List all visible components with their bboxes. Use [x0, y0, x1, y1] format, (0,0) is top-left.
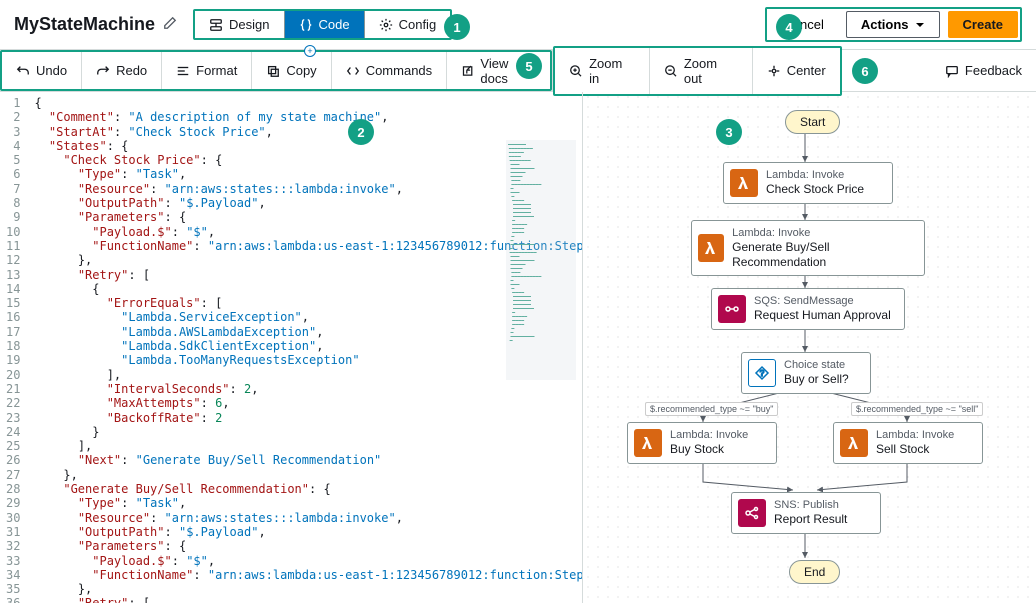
center-label: Center: [787, 63, 826, 78]
tab-code[interactable]: Code: [285, 11, 365, 38]
code-editor[interactable]: 1234567891011121314151617181920212223242…: [0, 92, 583, 603]
start-node[interactable]: Start: [785, 110, 840, 134]
right-actions: Cancel Actions Create: [765, 7, 1022, 42]
feedback-label: Feedback: [965, 63, 1022, 78]
node-report-result[interactable]: SNS: PublishReport Result: [731, 492, 881, 534]
callout-3: 3: [716, 119, 742, 145]
zoomout-button[interactable]: Zoom out: [650, 48, 753, 94]
actions-button[interactable]: Actions: [846, 11, 940, 38]
format-label: Format: [196, 63, 237, 78]
end-node[interactable]: End: [789, 560, 840, 584]
lambda-icon: [634, 429, 662, 457]
callout-2: 2: [348, 119, 374, 145]
zoomin-button[interactable]: Zoom in: [555, 48, 650, 94]
zoomout-label: Zoom out: [684, 56, 738, 86]
node-buy-stock[interactable]: Lambda: InvokeBuy Stock: [627, 422, 777, 464]
zoomin-label: Zoom in: [589, 56, 635, 86]
copy-button[interactable]: Copy: [252, 52, 331, 89]
graph-canvas[interactable]: Start Lambda: InvokeCheck Stock Price La…: [583, 92, 1036, 603]
edit-icon[interactable]: [163, 16, 177, 33]
node-check-stock[interactable]: Lambda: InvokeCheck Stock Price: [723, 162, 893, 204]
node-request-approval[interactable]: SQS: SendMessageRequest Human Approval: [711, 288, 905, 330]
code-toolbar: Undo Redo Format Copy Commands View docs: [0, 50, 552, 91]
lambda-icon: [840, 429, 868, 457]
center-button[interactable]: Center: [753, 48, 840, 94]
choice-icon: ?: [748, 359, 776, 387]
sqs-icon: [718, 295, 746, 323]
tab-design[interactable]: Design: [195, 11, 284, 38]
tab-design-label: Design: [229, 17, 269, 32]
sns-icon: [738, 499, 766, 527]
edge-sell-label: $.recommended_type ~= "sell": [851, 402, 983, 416]
mode-tabs: Design Code Config: [193, 9, 452, 40]
redo-button[interactable]: Redo: [82, 52, 162, 89]
node-generate-rec[interactable]: Lambda: InvokeGenerate Buy/Sell Recommen…: [691, 220, 925, 276]
tab-code-label: Code: [319, 17, 350, 32]
callout-4: 4: [776, 14, 802, 40]
copy-label: Copy: [286, 63, 316, 78]
add-panel-icon[interactable]: +: [304, 45, 316, 57]
svg-text:?: ?: [760, 369, 765, 378]
tab-config-label: Config: [399, 17, 437, 32]
graph-toolbar: Zoom in Zoom out Center: [553, 46, 841, 96]
actions-label: Actions: [861, 17, 909, 32]
caret-down-icon: [915, 20, 925, 30]
node-sell-stock[interactable]: Lambda: InvokeSell Stock: [833, 422, 983, 464]
edge-buy-label: $.recommended_type ~= "buy": [645, 402, 778, 416]
callout-6: 6: [852, 58, 878, 84]
page-title: MyStateMachine: [14, 14, 155, 35]
feedback-button[interactable]: Feedback: [931, 55, 1036, 86]
callout-1: 1: [444, 14, 470, 40]
create-button[interactable]: Create: [948, 11, 1018, 38]
lambda-icon: [730, 169, 758, 197]
undo-button[interactable]: Undo: [2, 52, 82, 89]
undo-label: Undo: [36, 63, 67, 78]
node-choice[interactable]: ? Choice stateBuy or Sell?: [741, 352, 871, 394]
commands-label: Commands: [366, 63, 432, 78]
minimap[interactable]: ▬▬▬▬▬▬ ▬▬▬▬▬▬▬▬ ▬▬▬▬▬ ▬▬▬▬ ▬▬▬▬▬▬▬ ▬▬▬ ▬…: [506, 140, 576, 380]
lambda-icon: [698, 234, 724, 262]
commands-button[interactable]: Commands: [332, 52, 447, 89]
tab-config[interactable]: Config: [365, 11, 451, 38]
redo-label: Redo: [116, 63, 147, 78]
format-button[interactable]: Format: [162, 52, 252, 89]
callout-5: 5: [516, 53, 542, 79]
